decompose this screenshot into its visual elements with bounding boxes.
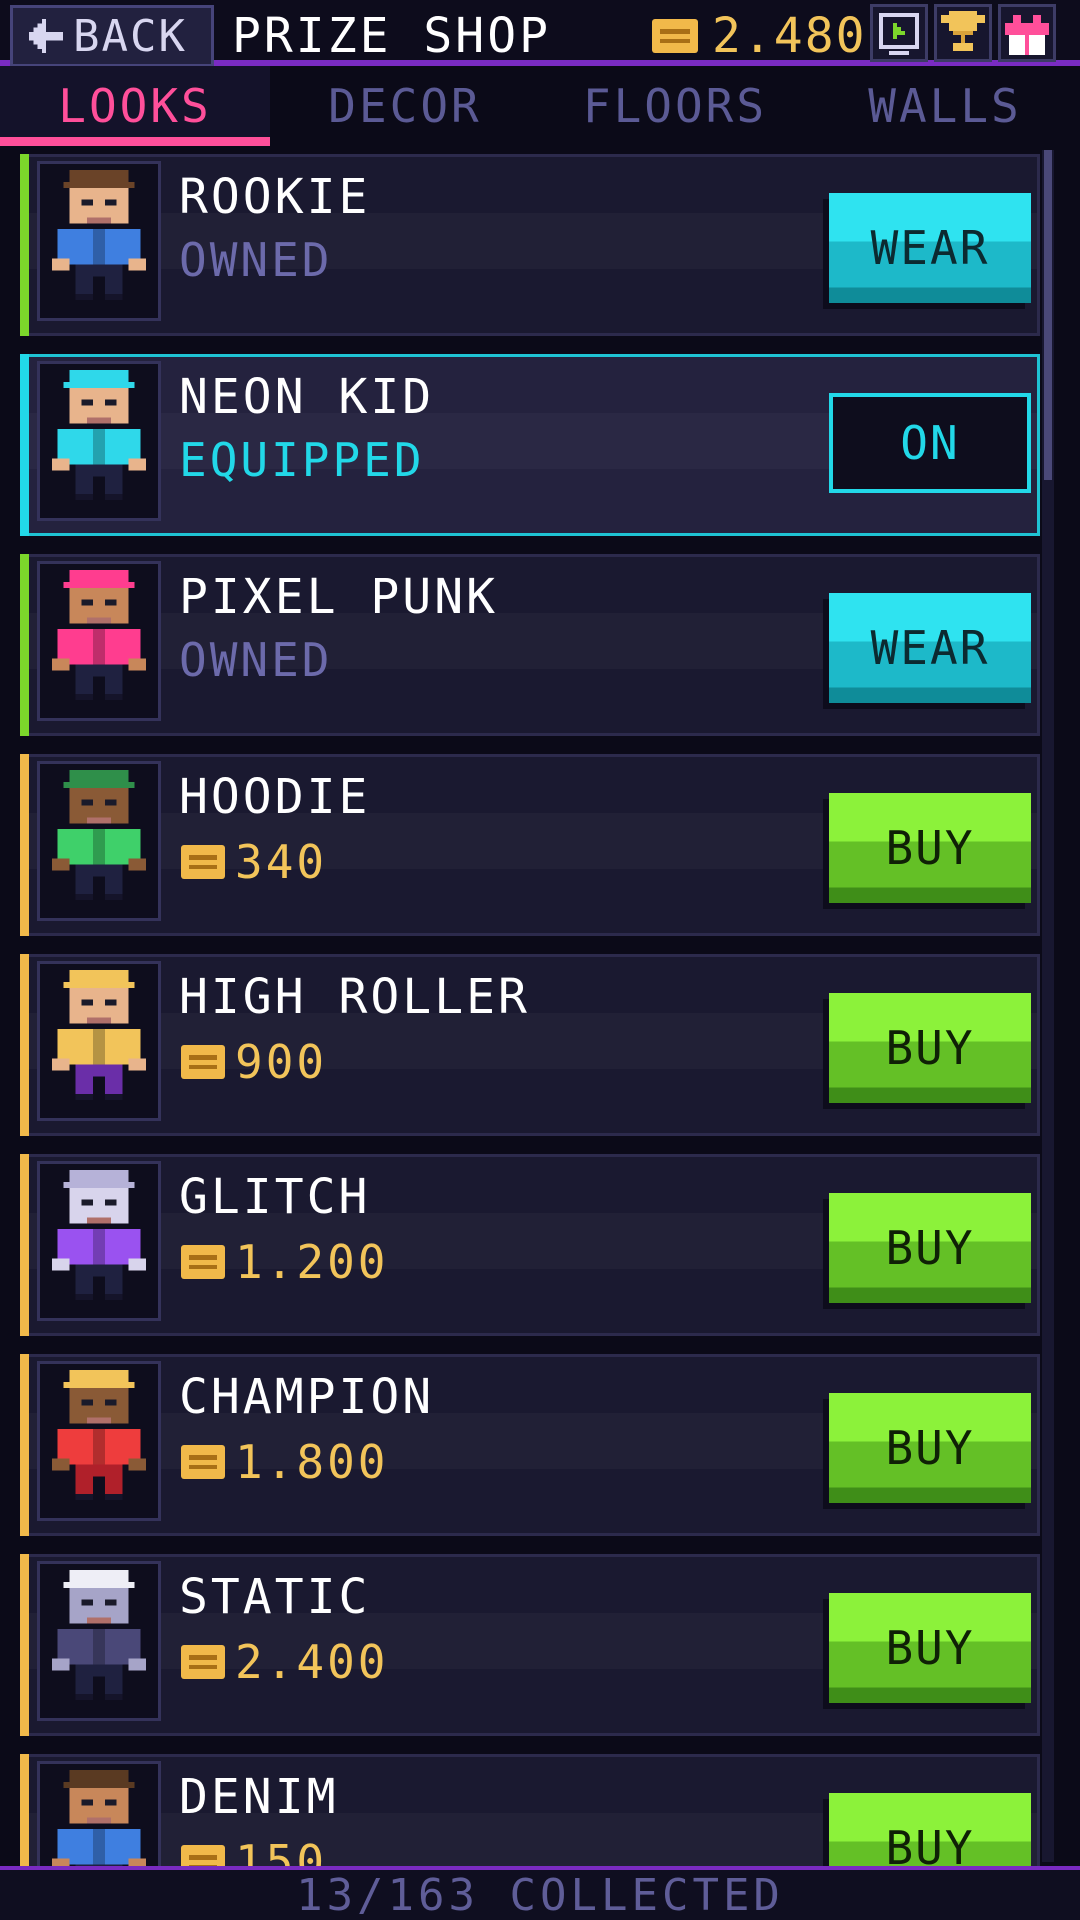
item-card-hoodie[interactable]: HOODIE 340 BUY (20, 754, 1040, 936)
avatar-sprite (51, 770, 147, 900)
item-list: ROOKIE OWNED WEAR NEON KID EQUIPPED ON P… (0, 146, 1080, 1868)
avatar-portrait (37, 1361, 161, 1521)
buy-button[interactable]: BUY (829, 1593, 1031, 1703)
buy-button[interactable]: BUY (829, 993, 1031, 1103)
item-price-value: 1.800 (235, 1435, 389, 1489)
item-name: HIGH ROLLER (179, 969, 530, 1025)
card-accent (20, 754, 29, 936)
item-price-value: 150 (235, 1835, 328, 1868)
card-accent (20, 354, 29, 536)
replay-button[interactable] (870, 4, 928, 62)
gift-icon (1005, 15, 1049, 55)
ticket-icon (181, 845, 225, 879)
avatar-sprite (51, 170, 147, 300)
card-accent (20, 554, 29, 736)
item-status: OWNED (179, 633, 333, 687)
item-price-value: 2.400 (235, 1635, 389, 1689)
card-accent (20, 1554, 29, 1736)
item-price-value: 900 (235, 1035, 328, 1089)
ticket-icon (181, 1045, 225, 1079)
buy-button[interactable]: BUY (829, 1193, 1031, 1303)
item-price: 150 (181, 1835, 327, 1868)
avatar-portrait (37, 1161, 161, 1321)
buy-button[interactable]: BUY (829, 1793, 1031, 1868)
buy-button[interactable]: BUY (829, 793, 1031, 903)
back-button-label: BACK (73, 10, 187, 62)
collection-footer: 13/163 COLLECTED (0, 1866, 1080, 1920)
item-card-pixel-punk[interactable]: PIXEL PUNK OWNED WEAR (20, 554, 1040, 736)
item-price: 1.200 (181, 1235, 388, 1289)
buy-button[interactable]: BUY (829, 1393, 1031, 1503)
tab-decor[interactable]: DECOR (270, 66, 540, 146)
avatar-sprite (51, 1170, 147, 1300)
avatar-portrait (37, 561, 161, 721)
header-bar: BACK PRIZE SHOP 2.480 (0, 0, 1080, 67)
avatar-sprite (51, 1570, 147, 1700)
avatar-portrait (37, 1761, 161, 1868)
category-tabs: LOOKS DECOR FLOORS WALLS (0, 66, 1080, 146)
trophy-button[interactable] (934, 4, 992, 62)
item-name: GLITCH (179, 1169, 371, 1225)
item-card-high-roller[interactable]: HIGH ROLLER 900 BUY (20, 954, 1040, 1136)
avatar-sprite (51, 970, 147, 1100)
tab-looks[interactable]: LOOKS (0, 66, 270, 146)
back-arrow-icon (29, 19, 63, 53)
ticket-icon (181, 1845, 225, 1868)
item-status: OWNED (179, 233, 333, 287)
back-button[interactable]: BACK (10, 5, 214, 67)
item-name: HOODIE (179, 769, 371, 825)
wear-button[interactable]: WEAR (829, 593, 1031, 703)
card-accent (20, 954, 29, 1136)
gift-button[interactable] (998, 4, 1056, 62)
wear-button[interactable]: WEAR (829, 193, 1031, 303)
item-card-champion[interactable]: CHAMPION 1.800 BUY (20, 1354, 1040, 1536)
item-status: EQUIPPED (179, 433, 425, 487)
avatar-portrait (37, 1561, 161, 1721)
ticket-balance: 2.480 (652, 8, 867, 64)
avatar-portrait (37, 161, 161, 321)
avatar-sprite (51, 1770, 147, 1868)
collected-count: 13/163 COLLECTED (296, 1869, 784, 1920)
tab-walls[interactable]: WALLS (810, 66, 1080, 146)
item-card-static[interactable]: STATIC 2.400 BUY (20, 1554, 1040, 1736)
card-accent (20, 1354, 29, 1536)
item-price: 1.800 (181, 1435, 388, 1489)
item-name: NEON KID (179, 369, 435, 425)
card-accent (20, 154, 29, 336)
avatar-portrait (37, 761, 161, 921)
item-card-glitch[interactable]: GLITCH 1.200 BUY (20, 1154, 1040, 1336)
avatar-sprite (51, 370, 147, 500)
page-title: PRIZE SHOP (232, 8, 551, 64)
ticket-icon (181, 1245, 225, 1279)
avatar-sprite (51, 570, 147, 700)
item-card-rookie[interactable]: ROOKIE OWNED WEAR (20, 154, 1040, 336)
ticket-icon (181, 1445, 225, 1479)
ticket-icon (652, 19, 698, 53)
item-price-value: 1.200 (235, 1235, 389, 1289)
avatar-portrait (37, 361, 161, 521)
item-price: 340 (181, 835, 327, 889)
item-card-denim[interactable]: DENIM 150 BUY (20, 1754, 1040, 1868)
item-name: CHAMPION (179, 1369, 435, 1425)
avatar-sprite (51, 1370, 147, 1500)
item-card-neon-kid[interactable]: NEON KID EQUIPPED ON (20, 354, 1040, 536)
ticket-icon (181, 1645, 225, 1679)
item-name: PIXEL PUNK (179, 569, 498, 625)
item-name: DENIM (179, 1769, 339, 1825)
ticket-balance-value: 2.480 (712, 8, 867, 64)
tab-floors[interactable]: FLOORS (540, 66, 810, 146)
card-accent (20, 1154, 29, 1336)
item-name: STATIC (179, 1569, 371, 1625)
avatar-portrait (37, 961, 161, 1121)
item-name: ROOKIE (179, 169, 371, 225)
item-price-value: 340 (235, 835, 328, 889)
replay-icon (879, 13, 919, 55)
equipped-on-button[interactable]: ON (829, 393, 1031, 493)
card-accent (20, 1754, 29, 1868)
item-price: 2.400 (181, 1635, 388, 1689)
item-price: 900 (181, 1035, 327, 1089)
trophy-icon (941, 11, 985, 51)
